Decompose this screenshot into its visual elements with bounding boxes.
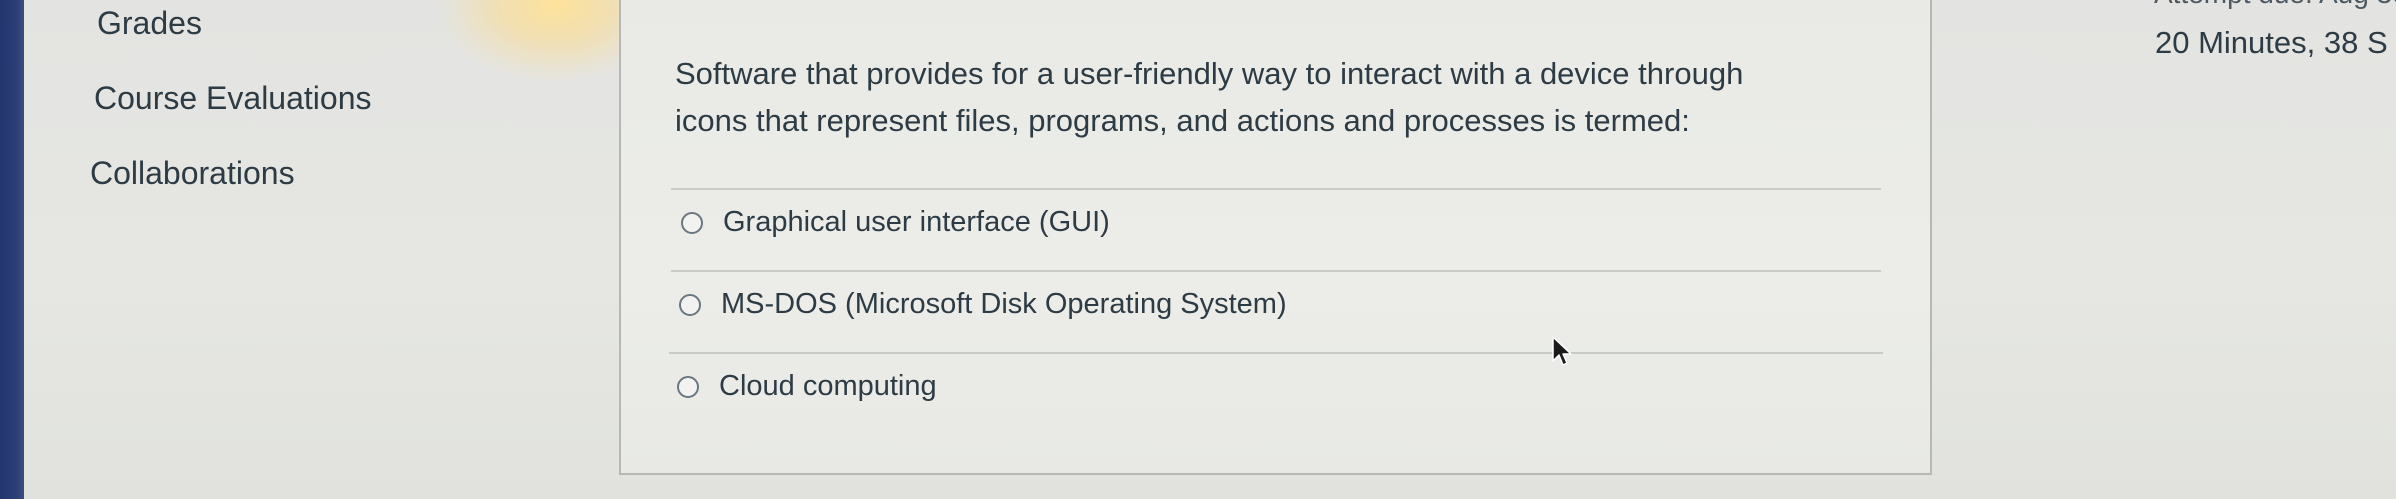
answer-option-gui[interactable]: Graphical user interface (GUI)	[681, 206, 1110, 239]
radio-empty-icon[interactable]	[677, 375, 699, 398]
answer-divider	[671, 188, 1881, 190]
question-line-2: icons that represent files, programs, an…	[675, 103, 1690, 138]
time-remaining: 20 Minutes, 38 S	[2155, 25, 2388, 60]
answer-label: MS-DOS (Microsoft Disk Operating System)	[721, 288, 1287, 320]
question-card: Software that provides for a user-friend…	[619, 0, 1932, 475]
attempt-due-text: Attempt due: Aug 30	[2154, 0, 2396, 10]
question-text: Software that provides for a user-friend…	[675, 50, 1875, 144]
nav-link-collaborations[interactable]: Collaborations	[90, 155, 295, 192]
answer-label: Cloud computing	[719, 370, 937, 402]
answer-option-cloud-computing[interactable]: Cloud computing	[677, 370, 937, 403]
radio-empty-icon[interactable]	[679, 293, 701, 316]
question-line-1: Software that provides for a user-friend…	[675, 56, 1744, 91]
answer-divider	[671, 270, 1881, 272]
nav-link-course-evaluations[interactable]: Course Evaluations	[94, 80, 371, 117]
answer-divider	[669, 352, 1883, 354]
quiz-timer: Attempt due: Aug 30 20 Minutes, 38 S	[2150, 0, 2396, 80]
nav-link-grades[interactable]: Grades	[97, 5, 202, 42]
global-nav-strip	[0, 0, 24, 499]
radio-empty-icon[interactable]	[681, 211, 703, 234]
answer-option-ms-dos[interactable]: MS-DOS (Microsoft Disk Operating System)	[679, 288, 1287, 321]
answer-label: Graphical user interface (GUI)	[723, 206, 1110, 238]
mouse-pointer-icon	[1552, 336, 1572, 366]
